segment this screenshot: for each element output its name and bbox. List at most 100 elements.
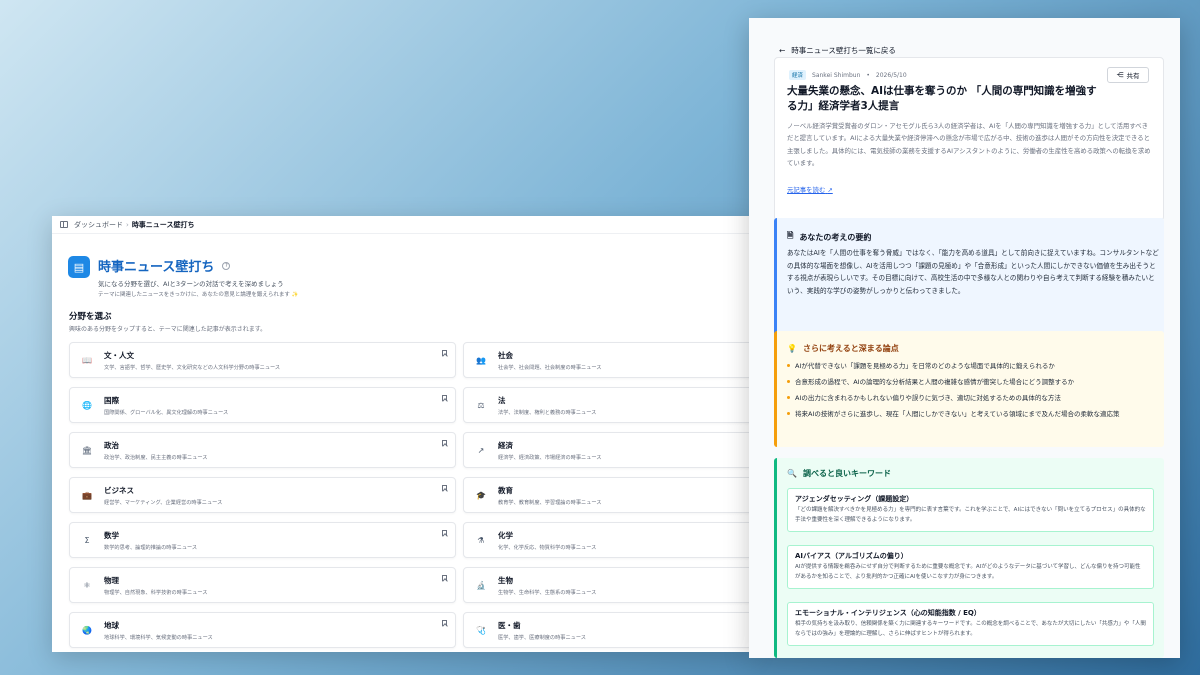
keyword-card: エモーショナル・インテリジェンス（心の知能指数 / EQ） 相手の気持ちを汲み取り… (787, 602, 1154, 646)
points-title: さらに考えると深まる論点 (802, 344, 899, 353)
dashboard-window: ダッシュボード › 時事ニュース壁打ち ▤ 時事ニュース壁打ち ? 気になる分野… (52, 216, 752, 652)
section-description: 興味のある分野をタップすると、テーマに関連した記事が表示されます。 (69, 326, 267, 333)
back-link[interactable]: ← 時事ニュース壁打ち一覧に戻る (779, 45, 896, 56)
article-source: Sankei Shimbun (812, 71, 861, 79)
keyword-description: 相手の気持ちを汲み取り、信頼関係を築く力に関連するキーワードです。この概念を調べ… (795, 621, 1146, 637)
keyword-description: AIが提供する情報を鵜呑みにせず自分で判断するために重要な概念です。AIがどのよ… (795, 564, 1141, 580)
earth-icon: 🌏 (82, 625, 92, 635)
article-card: 経済 Sankei Shimbun • 2026/5/10 ⋲ 共有 大量失業の懸… (774, 57, 1164, 221)
category-card[interactable]: 📖 文・人文 文学、言語学、哲学、歴史学、文化研究などの人文科学分野の時事ニュース (69, 342, 456, 378)
page-subnote: テーマに関連したニュースをきっかけに、あなたの意見と論理を鍛えられます ✨ (98, 292, 299, 298)
category-name: 社会 (498, 350, 513, 360)
bookmark-icon[interactable] (442, 440, 447, 446)
category-description: 経営学、マーケティング、企業経営の時事ニュース (104, 499, 223, 506)
category-card[interactable]: 🌐 国際 国際関係、グローバル化、異文化理解の時事ニュース (69, 387, 456, 423)
share-icon: ⋲ (1116, 71, 1124, 79)
breadcrumb-current: 時事ニュース壁打ち (131, 220, 195, 229)
bookmark-icon[interactable] (442, 620, 447, 626)
category-description: 物理学、自然現象、科学技術の時事ニュース (104, 589, 208, 596)
bookmark-icon[interactable] (442, 485, 447, 491)
article-title: 大量失業の懸念、AIは仕事を奪うのか 「人間の専門知識を増強する力」経済学者3人… (787, 85, 1097, 112)
category-card[interactable]: 🏛 政治政治学、政治制度、民主主義の時事ニュース (69, 432, 456, 468)
category-description: 政治学、政治制度、民主主義の時事ニュース (104, 454, 208, 461)
meta-separator: • (866, 71, 870, 79)
trend-icon: ↗ (477, 445, 485, 455)
lightbulb-icon: 💡 (787, 344, 797, 353)
keyword-term: AIバイアス（アルゴリズムの偏り） (795, 552, 908, 560)
category-description: 化学、化学反応、物質科学の時事ニュース (498, 544, 597, 551)
category-card[interactable]: ⚛ 物理物理学、自然現象、科学技術の時事ニュース (69, 567, 456, 603)
keywords-panel: 🔍 調べると良いキーワード アジェンダセッティング（課題設定） 「どの課題を解決すべ… (774, 458, 1164, 658)
briefcase-icon: 💼 (82, 490, 92, 500)
category-card[interactable]: ↗ 経済 経済学、経済政策、市場経済の時事ニュース (463, 432, 752, 468)
page-title: 時事ニュース壁打ち (98, 260, 215, 275)
category-card[interactable]: 🩺 医・歯 医学、歯学、医療制度の時事ニュース (463, 612, 752, 648)
category-card[interactable]: 🌏 地球地球科学、環境科学、気候変動の時事ニュース (69, 612, 456, 648)
category-name: 地球 (104, 620, 119, 630)
article-body: ノーベル経済学賞受賞者のダロン・アセモグル氏ら3人の経済学者は、AIを「人間の専… (787, 122, 1151, 167)
category-name: 数学 (104, 530, 119, 540)
category-card[interactable]: 💼 ビジネス経営学、マーケティング、企業経営の時事ニュース (69, 477, 456, 513)
page-subtitle: 気になる分野を選び、AIと3ターンの対話で考えを深めましょう (98, 280, 284, 288)
category-name: 教育 (498, 485, 513, 495)
category-description: 地球科学、環境科学、気候変動の時事ニュース (104, 634, 213, 641)
bookmark-icon[interactable] (442, 350, 447, 356)
bookmark-icon[interactable] (442, 575, 447, 581)
category-card[interactable]: 🔬 生物 生物学、生命科学、生態系の時事ニュース (463, 567, 752, 603)
help-icon[interactable]: ? (222, 261, 231, 270)
atom-icon: ⚛ (83, 580, 91, 590)
section-title: 分野を選ぶ (69, 312, 112, 322)
graduation-icon: 🎓 (476, 490, 486, 500)
breadcrumb-home[interactable]: ダッシュボード (74, 220, 123, 230)
category-description: 経済学、経済政策、市場経済の時事ニュース (498, 454, 602, 461)
keyword-term: アジェンダセッティング（課題設定） (795, 495, 914, 503)
summary-text: あなたはAIを「人間の仕事を奪う脅威」ではなく、「能力を高める道具」として前向き… (787, 249, 1159, 296)
category-description: 数学的思考、論理的推論の時事ニュース (104, 544, 198, 551)
book-icon: 📖 (82, 355, 92, 365)
category-name: ビジネス (104, 485, 134, 495)
search-icon: 🔍 (787, 469, 797, 478)
flask-icon: ⚗ (477, 535, 485, 545)
keyword-description: 「どの課題を解決すべきかを見極める力」を専門的に表す言葉です。これを学ぶことで、… (795, 507, 1146, 523)
category-name: 化学 (498, 530, 513, 540)
document-icon: 🗎 (787, 231, 794, 240)
people-icon: 👥 (476, 355, 486, 365)
category-name: 法 (498, 395, 506, 405)
article-window: ← 時事ニュース壁打ち一覧に戻る 経済 Sankei Shimbun • 2026… (749, 18, 1180, 658)
article-date: 2026/5/10 (875, 71, 907, 79)
category-description: 国際関係、グローバル化、異文化理解の時事ニュース (104, 409, 229, 416)
point-item: AIの出力に含まれるかもしれない偏りや誤りに気づき、適切に対処するための具体的な… (787, 392, 1160, 405)
breadcrumb: ダッシュボード › 時事ニュース壁打ち (52, 216, 752, 234)
keywords-title: 調べると良いキーワード (802, 469, 891, 478)
sidebar-toggle-icon[interactable] (60, 221, 68, 228)
building-icon: 🏛 (81, 445, 93, 455)
summary-title: あなたの考えの要約 (799, 232, 872, 242)
category-card[interactable]: 👥 社会 社会学、社会問題、社会制度の時事ニュース (463, 342, 752, 378)
microscope-icon: 🔬 (476, 580, 486, 590)
keyword-card: AIバイアス（アルゴリズムの偏り） AIが提供する情報を鵜呑みにせず自分で判断する… (787, 545, 1154, 589)
category-name: 物理 (104, 575, 119, 585)
category-card[interactable]: Σ 数学数学的思考、論理的推論の時事ニュース (69, 522, 456, 558)
category-card[interactable]: ⚗ 化学化学、化学反応、物質科学の時事ニュース (463, 522, 752, 558)
newspaper-icon: ▤ (68, 256, 90, 278)
category-name: 政治 (104, 440, 119, 450)
arrow-left-icon: ← (779, 46, 786, 55)
external-link-icon: ↗ (827, 186, 833, 194)
category-description: 文学、言語学、哲学、歴史学、文化研究などの人文科学分野の時事ニュース (104, 364, 281, 371)
share-button[interactable]: ⋲ 共有 (1107, 67, 1149, 83)
category-card[interactable]: 🎓 教育 教育学、教育制度、学習理論の時事ニュース (463, 477, 752, 513)
points-list: AIが代替できない「課題を見極める力」を日常のどのような場面で具体的に鍛えられる… (787, 360, 1160, 424)
sigma-icon: Σ (84, 535, 90, 545)
category-description: 医学、歯学、医療制度の時事ニュース (498, 634, 586, 641)
stethoscope-icon: 🩺 (476, 625, 486, 635)
back-label: 時事ニュース壁打ち一覧に戻る (791, 46, 896, 55)
bookmark-icon[interactable] (442, 395, 447, 401)
point-item: 合意形成の過程で、AIの論理的な分析結果と人間の複雑な感情が衝突した場合にどう調… (787, 376, 1160, 389)
source-link[interactable]: 元記事を読む ↗ (787, 185, 833, 194)
share-label: 共有 (1126, 72, 1140, 80)
category-description: 生物学、生命科学、生態系の時事ニュース (498, 589, 597, 596)
category-card[interactable]: ⚖ 法法学、法制度、権利と義務の時事ニュース (463, 387, 752, 423)
bookmark-icon[interactable] (442, 530, 447, 536)
summary-panel: 🗎 あなたの考えの要約 あなたはAIを「人間の仕事を奪う脅威」ではなく、「能力を高… (774, 218, 1164, 336)
category-tag: 経済 (789, 70, 807, 80)
